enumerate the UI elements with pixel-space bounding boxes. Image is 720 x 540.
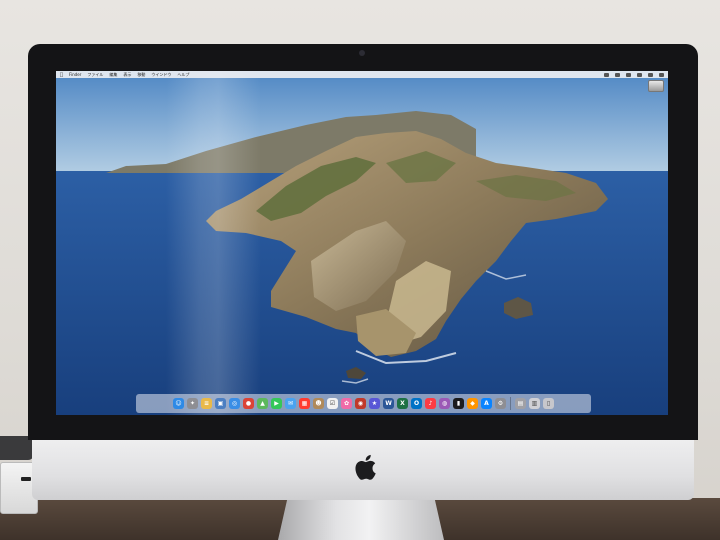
appletv-icon[interactable]: ▮ — [453, 398, 464, 409]
spotlight-icon[interactable] — [648, 72, 653, 77]
display-bezel:  Finder ファイル 編集 表示 移動 ウインドウ ヘルプ ☺✦≡▣◎●▲… — [28, 44, 698, 440]
hard-drive-icon — [648, 80, 664, 92]
menu-item-view[interactable]: 表示 — [123, 72, 131, 78]
books-icon[interactable]: ◆ — [467, 398, 478, 409]
maps-icon[interactable]: ▲ — [257, 398, 268, 409]
apple-menu-icon[interactable]:  — [60, 72, 63, 78]
macintosh-hd-icon[interactable] — [648, 80, 664, 98]
menu-item-help[interactable]: ヘルプ — [177, 72, 189, 78]
photobooth-icon[interactable]: ◉ — [355, 398, 366, 409]
dock-separator — [510, 397, 511, 410]
clock-icon[interactable] — [626, 72, 631, 77]
dock: ☺ ✦ ≡ ▣ ◎ ● ▲ ▶ ✉ ▦ ☻ ☑ ✿ ◉ ★ W X O ♪ ◍ ▮ ◆ A ⚙ ▤ ▥ ▯ — [136, 394, 591, 413]
reminders-icon[interactable]: ☑ — [327, 398, 338, 409]
image-capture-icon[interactable]: ▤ — [515, 398, 526, 409]
apple-logo-icon — [355, 454, 376, 480]
notes-icon[interactable]: ≡ — [201, 398, 212, 409]
imac-chin — [32, 440, 694, 500]
excel-icon[interactable]: X — [397, 398, 408, 409]
trash-icon[interactable]: ▯ — [543, 398, 554, 409]
outlook-icon[interactable]: O — [411, 398, 422, 409]
menu-item-finder[interactable]: Finder — [69, 72, 81, 77]
menu-bar:  Finder ファイル 編集 表示 移動 ウインドウ ヘルプ — [56, 71, 668, 78]
mail-icon[interactable]: ✉ — [285, 398, 296, 409]
menu-item-window[interactable]: ウインドウ — [151, 72, 171, 78]
music-icon[interactable]: ♪ — [425, 398, 436, 409]
word-icon[interactable]: W — [383, 398, 394, 409]
photos-icon[interactable]: ✿ — [341, 398, 352, 409]
launchpad-icon[interactable]: ✦ — [187, 398, 198, 409]
user-icon[interactable] — [637, 72, 642, 77]
imac:  Finder ファイル 編集 表示 移動 ウインドウ ヘルプ ☺✦≡▣◎●▲… — [28, 44, 698, 500]
menu-item-edit[interactable]: 編集 — [109, 72, 117, 78]
screen:  Finder ファイル 編集 表示 移動 ウインドウ ヘルプ ☺✦≡▣◎●▲… — [56, 71, 668, 415]
wifi-icon[interactable] — [604, 72, 609, 77]
finder-icon[interactable]: ☺ — [173, 398, 184, 409]
imac-stand — [278, 496, 444, 540]
facetime-icon[interactable]: ▶ — [271, 398, 282, 409]
star-app-icon[interactable]: ★ — [369, 398, 380, 409]
catalina-wallpaper — [56, 71, 668, 415]
preview-icon[interactable]: ▣ — [215, 398, 226, 409]
system-preferences-icon[interactable]: ⚙ — [495, 398, 506, 409]
podcasts-icon[interactable]: ◍ — [439, 398, 450, 409]
chrome-icon[interactable]: ● — [243, 398, 254, 409]
volume-icon[interactable] — [615, 72, 620, 77]
notification-center-icon[interactable] — [659, 72, 664, 77]
downloads-icon[interactable]: ▥ — [529, 398, 540, 409]
camera — [359, 50, 365, 56]
contacts-icon[interactable]: ☻ — [313, 398, 324, 409]
menu-item-go[interactable]: 移動 — [137, 72, 145, 78]
appstore-icon[interactable]: A — [481, 398, 492, 409]
menu-item-file[interactable]: ファイル — [87, 72, 103, 78]
calendar-icon[interactable]: ▦ — [299, 398, 310, 409]
safari-icon[interactable]: ◎ — [229, 398, 240, 409]
